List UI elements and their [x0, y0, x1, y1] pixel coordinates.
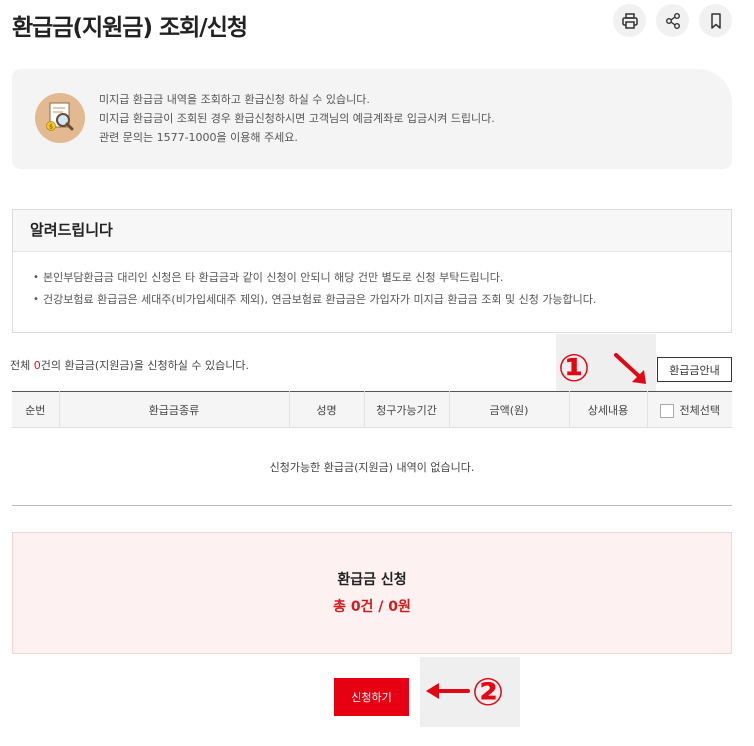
annotation-arrow-icon: [614, 353, 646, 384]
select-all-header: 전체선택: [647, 391, 732, 428]
info-box: $ 미지급 환급금 내역을 조회하고 환급신청 하실 수 있습니다. 미지급 환…: [12, 69, 732, 169]
notice-heading: 알려드립니다: [13, 210, 731, 252]
submit-application-button[interactable]: 신청하기: [334, 678, 409, 716]
info-text: 미지급 환급금 내역을 조회하고 환급신청 하실 수 있습니다. 미지급 환급금…: [99, 90, 495, 147]
refund-guide-button[interactable]: 환급금안내: [657, 357, 732, 382]
summary-count: 0: [33, 359, 41, 372]
print-button[interactable]: [613, 4, 646, 37]
info-line: 미지급 환급금 내역을 조회하고 환급신청 하실 수 있습니다.: [99, 93, 370, 106]
notice-list: 본인부담환급금 대리인 신청은 타 환급금과 같이 신청이 안되니 해당 건만 …: [13, 252, 731, 311]
info-line: 미지급 환급금이 조회된 경우 환급신청하시면 고객님의 예금계좌로 입금시켜 …: [99, 112, 495, 125]
select-all-checkbox[interactable]: [659, 403, 674, 418]
apply-summary-box: 환급금 신청 총 0건 / 0원: [12, 532, 732, 654]
svg-text:$: $: [49, 123, 53, 130]
magnifier-document-icon: $: [35, 93, 85, 143]
annotation-marker-1: ①: [558, 346, 591, 390]
col-header: 성명: [289, 391, 365, 428]
apply-total: 총 0건 / 0원: [333, 599, 411, 615]
apply-title: 환급금 신청: [337, 572, 407, 588]
col-header: 환급금종류: [59, 391, 290, 428]
refund-table: 순번 환급금종류 성명 청구가능기간 금액(원) 상세내용 전체선택 신청가능한…: [12, 391, 732, 506]
notice-panel: 알려드립니다 본인부담환급금 대리인 신청은 타 환급금과 같이 신청이 안되니…: [12, 209, 732, 333]
page-title: 환급금(지원금) 조회/신청: [12, 15, 248, 41]
col-header: 청구가능기간: [364, 391, 450, 428]
annotation-arrow-icon: [426, 683, 470, 699]
print-icon: [621, 12, 638, 29]
notice-item: 본인부담환급금 대리인 신청은 타 환급금과 같이 신청이 안되니 해당 건만 …: [33, 267, 731, 289]
bookmark-icon: [710, 12, 721, 29]
table-row: 신청가능한 환급금(지원금) 내역이 없습니다.: [12, 427, 732, 506]
bookmark-button[interactable]: [699, 4, 732, 37]
share-icon: [665, 12, 680, 29]
col-header: 금액(원): [449, 391, 570, 428]
notice-item: 건강보험료 환급금은 세대주(비가입세대주 제외), 연금보험료 환급금은 가입…: [33, 289, 731, 311]
info-line: 관련 문의는 1577-1000을 이용해 주세요.: [99, 131, 298, 144]
col-header: 순번: [12, 391, 60, 428]
empty-message: 신청가능한 환급금(지원금) 내역이 없습니다.: [12, 427, 732, 506]
top-actions: [613, 4, 732, 37]
share-button[interactable]: [656, 4, 689, 37]
annotation-marker-2: ②: [472, 670, 505, 714]
col-header: 상세내용: [569, 391, 648, 428]
summary-text: 전체 0건의 환급금(지원금)을 신청하실 수 있습니다.: [10, 359, 249, 372]
